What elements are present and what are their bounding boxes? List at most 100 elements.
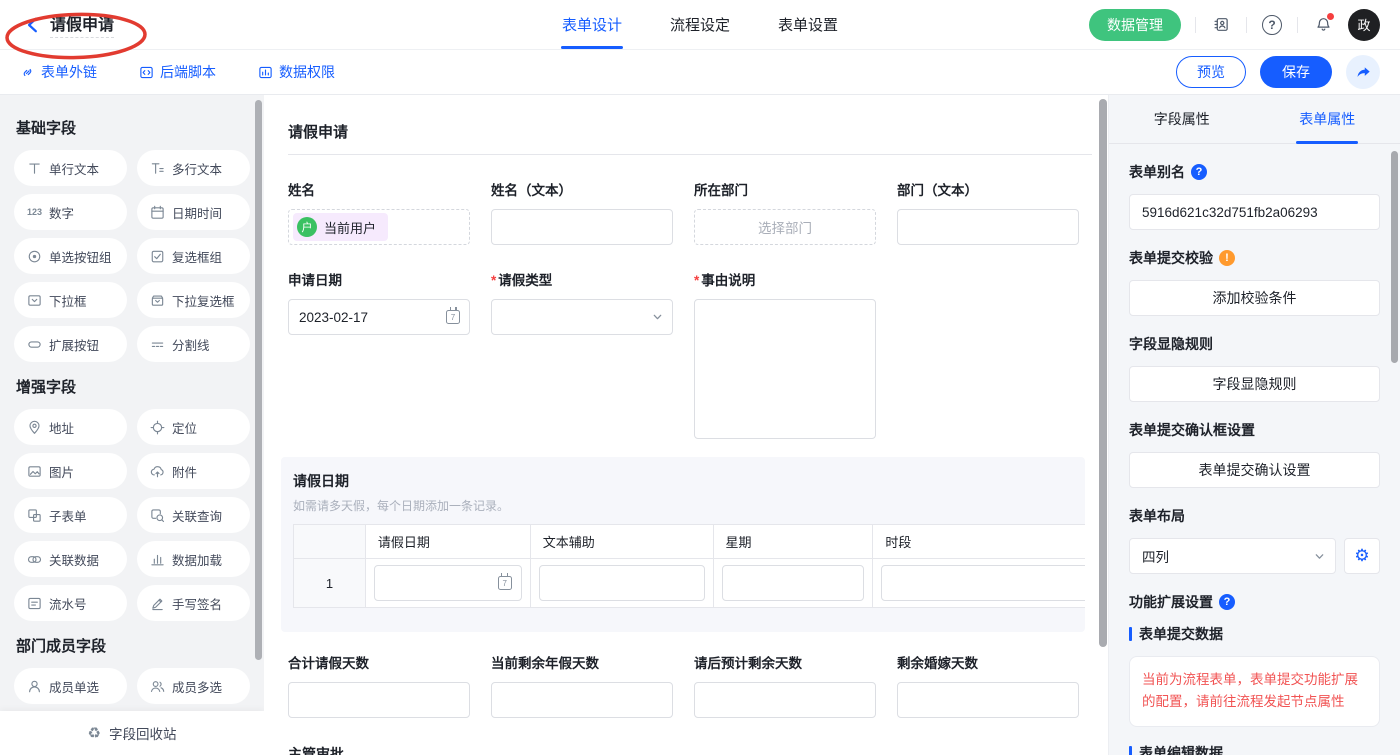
field-item-select[interactable]: 下拉框 — [14, 282, 127, 318]
field-item-multi-select[interactable]: 下拉复选框 — [137, 282, 250, 318]
field-row-1: 姓名 户 当前用户 姓名（文本） 所在部门 选择部门 — [288, 179, 1092, 245]
field-reason[interactable]: 事由说明 — [694, 269, 876, 439]
help-badge-icon[interactable]: ? — [1191, 164, 1207, 180]
back-icon[interactable] — [24, 16, 42, 34]
field-item-data-load[interactable]: 数据加载 — [137, 541, 250, 577]
data-manage-button[interactable]: 数据管理 — [1089, 9, 1181, 41]
department-text-input[interactable] — [897, 209, 1079, 245]
flow-form-warning: 当前为流程表单，表单提交功能扩展的配置，请前往流程发起节点属性 — [1129, 656, 1380, 727]
apply-date-input[interactable]: 2023-02-17 7 — [288, 299, 470, 335]
row-weekday-input[interactable] — [722, 565, 865, 601]
field-item-location[interactable]: 定位 — [137, 409, 250, 445]
share-button[interactable] — [1346, 55, 1380, 89]
layout-select[interactable]: 四列 — [1129, 538, 1336, 574]
field-item-subform[interactable]: 子表单 — [14, 497, 127, 533]
department-picker[interactable]: 选择部门 — [694, 209, 876, 245]
dropdown-multi-icon — [150, 293, 165, 308]
approval-section-title: 主管审批 — [288, 744, 1092, 755]
users-icon — [150, 679, 165, 694]
data-permission-label: 数据权限 — [279, 62, 335, 82]
panel-scrollbar[interactable] — [1391, 151, 1398, 363]
divider — [1195, 17, 1196, 33]
sidebar-scrollbar[interactable] — [255, 100, 262, 660]
tab-form-setting[interactable]: 表单设置 — [776, 0, 840, 49]
basic-fields-grid: 单行文本 多行文本 123 数字 日期时间 — [14, 150, 250, 362]
reason-textarea[interactable] — [694, 299, 876, 439]
tab-form-properties[interactable]: 表单属性 — [1255, 95, 1400, 143]
link-data-icon — [27, 552, 42, 567]
row-date-input[interactable]: 7 — [374, 565, 522, 601]
field-department-text[interactable]: 部门（文本） — [897, 179, 1079, 245]
notification-bell-icon[interactable] — [1312, 14, 1334, 36]
radio-icon — [27, 249, 42, 264]
workspace: 基础字段 单行文本 多行文本 123 数字 — [0, 95, 1400, 755]
avatar[interactable]: 政 — [1348, 9, 1380, 41]
submit-confirm-button[interactable]: 表单提交确认设置 — [1129, 452, 1380, 488]
field-item-multi-line-text[interactable]: 多行文本 — [137, 150, 250, 186]
field-row-3: 合计请假天数 当前剩余年假天数 请后预计剩余天数 剩余婚嫁天数 — [288, 652, 1092, 718]
field-item-member-multi[interactable]: 成员多选 — [137, 668, 250, 704]
tab-flow-setting[interactable]: 流程设定 — [668, 0, 732, 49]
row-period-select[interactable] — [881, 565, 1085, 601]
field-item-datetime[interactable]: 日期时间 — [137, 194, 250, 230]
annual-remaining-input[interactable] — [491, 682, 673, 718]
help-badge-icon[interactable]: ? — [1219, 594, 1235, 610]
field-item-lookup-query[interactable]: 关联查询 — [137, 497, 250, 533]
leave-type-select[interactable] — [491, 299, 673, 335]
field-item-serial-number[interactable]: 流水号 — [14, 585, 127, 621]
field-name[interactable]: 姓名 户 当前用户 — [288, 179, 470, 245]
add-validation-button[interactable]: 添加校验条件 — [1129, 280, 1380, 316]
tab-form-design[interactable]: 表单设计 — [560, 0, 624, 49]
field-item-radio-group[interactable]: 单选按钮组 — [14, 238, 127, 274]
marriage-remaining-input[interactable] — [897, 682, 1079, 718]
field-visibility-button[interactable]: 字段显隐规则 — [1129, 366, 1380, 402]
field-item-attachment[interactable]: 附件 — [137, 453, 250, 489]
form-alias-input[interactable]: 5916d621c32d751fb2a06293 — [1129, 194, 1380, 230]
field-item-signature[interactable]: 手写签名 — [137, 585, 250, 621]
save-button[interactable]: 保存 — [1260, 56, 1332, 88]
field-annual-remaining[interactable]: 当前剩余年假天数 — [491, 652, 673, 718]
name-text-input[interactable] — [491, 209, 673, 245]
name-value-box[interactable]: 户 当前用户 — [288, 209, 470, 245]
backend-script-button[interactable]: 后端脚本 — [139, 62, 216, 82]
field-item-image[interactable]: 图片 — [14, 453, 127, 489]
field-item-address[interactable]: 地址 — [14, 409, 127, 445]
field-item-extend-button[interactable]: 扩展按钮 — [14, 326, 127, 362]
layout-settings-button[interactable]: ⚙ — [1344, 538, 1380, 574]
field-department[interactable]: 所在部门 选择部门 — [694, 179, 876, 245]
section-title-member-fields: 部门成员字段 — [16, 635, 250, 656]
calendar-icon — [150, 205, 165, 220]
field-item-checkbox-group[interactable]: 复选框组 — [137, 238, 250, 274]
table-row: 1 7 — [294, 559, 1086, 608]
help-icon[interactable]: ? — [1261, 14, 1283, 36]
col-leave-date: 请假日期 — [365, 525, 530, 559]
external-link-button[interactable]: 表单外链 — [20, 62, 97, 82]
field-total-days[interactable]: 合计请假天数 — [288, 652, 470, 718]
field-item-divider[interactable]: 分割线 — [137, 326, 250, 362]
search-link-icon — [150, 508, 165, 523]
row-text-input[interactable] — [539, 565, 705, 601]
form-canvas[interactable]: 请假申请 姓名 户 当前用户 姓名（文本） — [264, 95, 1108, 755]
warning-badge-icon[interactable]: ! — [1219, 250, 1235, 266]
field-item-member-single[interactable]: 成员单选 — [14, 668, 127, 704]
preview-button[interactable]: 预览 — [1176, 56, 1246, 88]
field-apply-date[interactable]: 申请日期 2023-02-17 7 — [288, 269, 470, 439]
calendar-icon: 7 — [446, 310, 460, 324]
field-name-text[interactable]: 姓名（文本） — [491, 179, 673, 245]
after-remaining-input[interactable] — [694, 682, 876, 718]
total-days-input[interactable] — [288, 682, 470, 718]
number-icon: 123 — [27, 207, 42, 217]
field-leave-type[interactable]: 请假类型 — [491, 269, 673, 439]
field-item-linked-data[interactable]: 关联数据 — [14, 541, 127, 577]
field-after-remaining[interactable]: 请后预计剩余天数 — [694, 652, 876, 718]
tab-field-properties[interactable]: 字段属性 — [1109, 95, 1255, 143]
field-recycle-bin[interactable]: ♻ 字段回收站 — [0, 711, 264, 755]
field-item-number[interactable]: 123 数字 — [14, 194, 127, 230]
field-marriage-remaining[interactable]: 剩余婚嫁天数 — [897, 652, 1079, 718]
leave-dates-section[interactable]: 请假日期 如需请多天假，每个日期添加一条记录。 请假日期 文本辅助 星期 时段 … — [281, 457, 1085, 632]
field-item-single-line-text[interactable]: 单行文本 — [14, 150, 127, 186]
data-permission-button[interactable]: 数据权限 — [258, 62, 335, 82]
canvas-scrollbar[interactable] — [1099, 99, 1107, 647]
form-title: 请假申请 — [288, 121, 1092, 142]
address-book-icon[interactable] — [1210, 14, 1232, 36]
